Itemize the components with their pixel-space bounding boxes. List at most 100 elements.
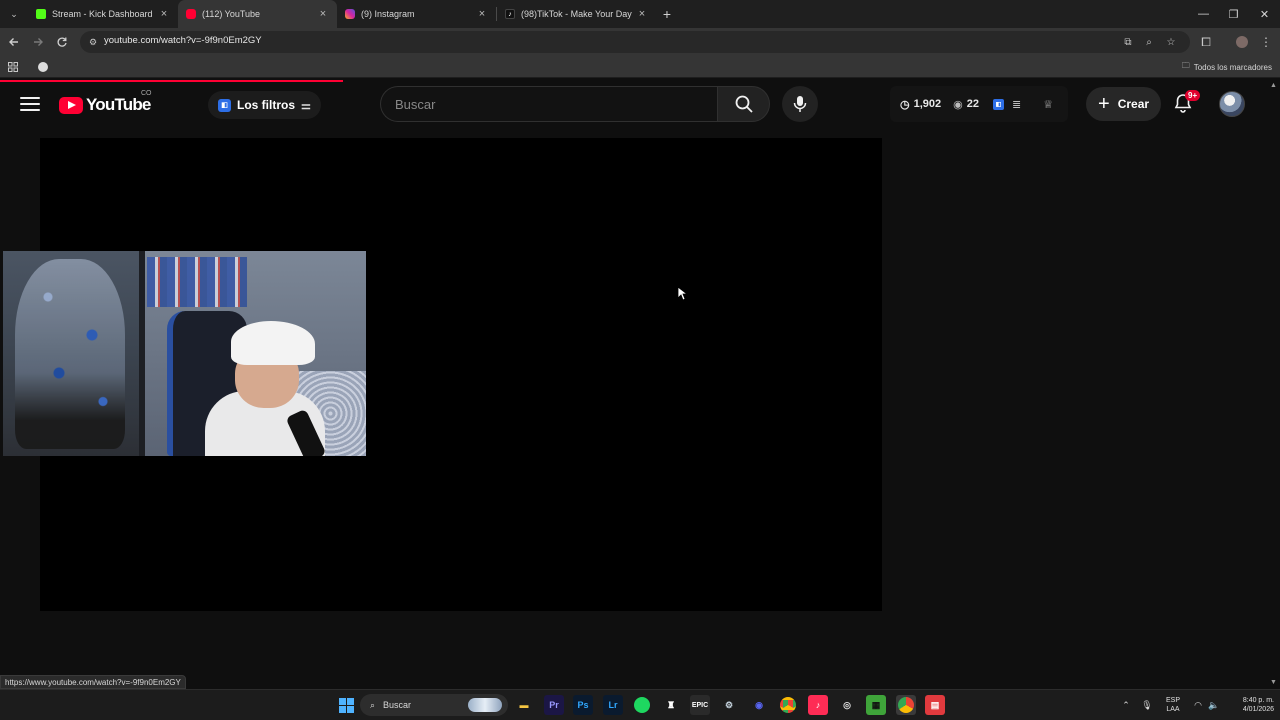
status-url-bubble: https://www.youtube.com/watch?v=-9f9n0Em… <box>0 675 186 689</box>
steam-icon[interactable]: ⚙ <box>719 695 739 715</box>
volume-icon[interactable]: 🔈 <box>1208 699 1220 711</box>
youtube-logo[interactable]: YouTube CO <box>59 90 152 115</box>
youtube-play-icon <box>59 96 83 114</box>
christmas-tree-scene <box>3 251 139 456</box>
taskbar-search[interactable]: ⌕ Buscar <box>360 694 508 716</box>
windows-start-button[interactable] <box>336 695 356 715</box>
zoom-icon[interactable]: ⌕ <box>1141 34 1157 50</box>
all-bookmarks-folder[interactable]: 🗀 Todos los marcadores <box>1182 60 1272 74</box>
minecraft-icon[interactable]: ▦ <box>866 695 886 715</box>
menu-hamburger-icon[interactable] <box>20 94 40 114</box>
bookmarks-bar: 🗀 Todos los marcadores <box>0 56 1280 78</box>
webcam-video-thumbnail <box>3 251 366 456</box>
file-explorer-icon[interactable]: ▬ <box>514 695 534 715</box>
lightroom-icon[interactable]: Lr <box>603 695 623 715</box>
voice-search-button[interactable] <box>782 86 818 122</box>
notification-badge: 9+ <box>1185 90 1201 101</box>
bookmark-site-icon[interactable] <box>36 60 50 74</box>
epic-games-icon[interactable]: EPIC <box>690 695 710 715</box>
search-field[interactable] <box>380 86 718 122</box>
close-tab-icon[interactable]: × <box>476 8 488 20</box>
tab-search-button[interactable]: ⌄ <box>4 4 24 24</box>
forward-button[interactable] <box>28 32 48 52</box>
close-tab-icon[interactable]: × <box>158 8 170 20</box>
bookmark-star-icon[interactable]: ☆ <box>1163 34 1179 50</box>
extension-stats-bar: ◷ 1,902 ◉ 22 ◧ ≣ ♕ <box>890 86 1068 122</box>
reload-button[interactable] <box>52 32 72 52</box>
tab-title: (9) Instagram <box>361 9 415 19</box>
extensions-icon[interactable]: ⧠ <box>1196 32 1216 52</box>
apps-grid-icon[interactable] <box>6 60 20 74</box>
tab-strip: ⌄ Stream - Kick Dashboard × (112) YouTub… <box>0 0 1280 28</box>
tab-instagram[interactable]: (9) Instagram × <box>337 0 496 28</box>
account-avatar[interactable] <box>1219 91 1245 117</box>
tiktok-live-icon[interactable]: ♪ <box>808 695 828 715</box>
minimize-button[interactable]: — <box>1188 0 1219 28</box>
arrow-left-icon <box>9 38 18 46</box>
filters-label: Los filtros <box>237 98 296 112</box>
views-stat: 22 <box>966 98 979 110</box>
scroll-up-arrow-icon[interactable]: ▲ <box>1270 82 1278 90</box>
tab-kick[interactable]: Stream - Kick Dashboard × <box>28 0 178 28</box>
notifications-button[interactable]: 9+ <box>1172 90 1201 116</box>
install-app-icon[interactable]: ⧉ <box>1120 34 1136 50</box>
microphone-tray-icon[interactable]: 🎙 <box>1141 699 1153 711</box>
tab-title: (98)TikTok - Make Your Day <box>521 9 632 19</box>
reload-icon <box>57 37 67 47</box>
premiere-icon[interactable]: Pr <box>544 695 564 715</box>
spotify-icon[interactable] <box>632 695 652 715</box>
instagram-icon <box>345 9 355 19</box>
search-icon: ⌕ <box>370 699 376 710</box>
clock[interactable]: 8:40 p. m. 4/01/2026 <box>1224 696 1274 714</box>
restore-button[interactable]: ❐ <box>1218 0 1249 28</box>
trophy-icon[interactable]: ♕ <box>1043 98 1053 111</box>
close-tab-icon[interactable]: × <box>636 8 648 20</box>
eye-icon: ◉ <box>953 98 963 111</box>
extension-icon: ◧ <box>218 98 231 112</box>
browser-toolbar: ⚙ youtube.com/watch?v=-9f9n0Em2GY ⧉ ⌕ ☆ … <box>0 28 1280 56</box>
red-app-icon[interactable]: ▤ <box>925 695 945 715</box>
arrow-right-icon <box>34 38 43 46</box>
tab-title: (112) YouTube <box>202 9 261 19</box>
clock-icon: ◷ <box>900 98 910 111</box>
extension-icon[interactable]: ◧ <box>993 98 1004 110</box>
search-input[interactable] <box>381 87 718 121</box>
close-tab-icon[interactable]: × <box>317 8 329 20</box>
time-stat: 1,902 <box>913 98 942 110</box>
windows-taskbar: ⌕ Buscar ▬ Pr Ps Lr ♜ EPIC ⚙ ◉ ♪ ◎ ▦ ▤ ⌃… <box>0 689 1280 720</box>
country-code: CO <box>141 90 152 97</box>
search-icon <box>735 95 753 113</box>
language-bottom: LAA <box>1166 706 1180 713</box>
tab-youtube[interactable]: (112) YouTube × <box>178 0 337 28</box>
site-info-icon[interactable]: ⚙ <box>86 35 100 49</box>
scroll-down-arrow-icon[interactable]: ▼ <box>1270 679 1278 687</box>
back-button[interactable] <box>4 32 24 52</box>
create-button[interactable]: + Crear <box>1086 87 1162 121</box>
clock-date: 4/01/2026 <box>1242 706 1274 713</box>
photoshop-icon[interactable]: Ps <box>573 695 593 715</box>
profile-icon[interactable] <box>1232 32 1252 52</box>
plus-icon: + <box>1098 93 1110 115</box>
windows-logo-icon <box>338 697 354 713</box>
show-hidden-icons-chevron[interactable]: ⌃ <box>1120 699 1132 711</box>
search-highlight-image <box>468 698 502 712</box>
search-button[interactable] <box>717 86 770 122</box>
discord-icon[interactable]: ◉ <box>749 695 769 715</box>
new-tab-button[interactable]: + <box>656 0 678 28</box>
youtube-logo-text: YouTube <box>86 95 151 114</box>
address-bar[interactable]: ⚙ youtube.com/watch?v=-9f9n0Em2GY ⧉ ⌕ ☆ <box>80 31 1190 53</box>
kick-icon <box>36 9 46 19</box>
create-label: Crear <box>1117 97 1150 111</box>
language-indicator[interactable]: ESP LAA <box>1162 696 1184 714</box>
app-icon[interactable]: ♜ <box>661 695 681 715</box>
close-window-button[interactable]: ✕ <box>1249 0 1280 28</box>
list-icon[interactable]: ≣ <box>1012 98 1021 111</box>
chrome-icon[interactable] <box>778 695 798 715</box>
wifi-icon[interactable]: ◠ <box>1192 699 1204 711</box>
obs-icon[interactable]: ◎ <box>837 695 857 715</box>
tune-icon: ⚌ <box>301 99 311 112</box>
chrome-profile-icon[interactable] <box>896 695 916 715</box>
menu-dots-icon[interactable]: ⋮ <box>1256 32 1276 52</box>
filters-extension-button[interactable]: ◧ Los filtros ⚌ <box>208 91 321 119</box>
tab-tiktok[interactable]: ♪ (98)TikTok - Make Your Day × <box>497 0 656 28</box>
